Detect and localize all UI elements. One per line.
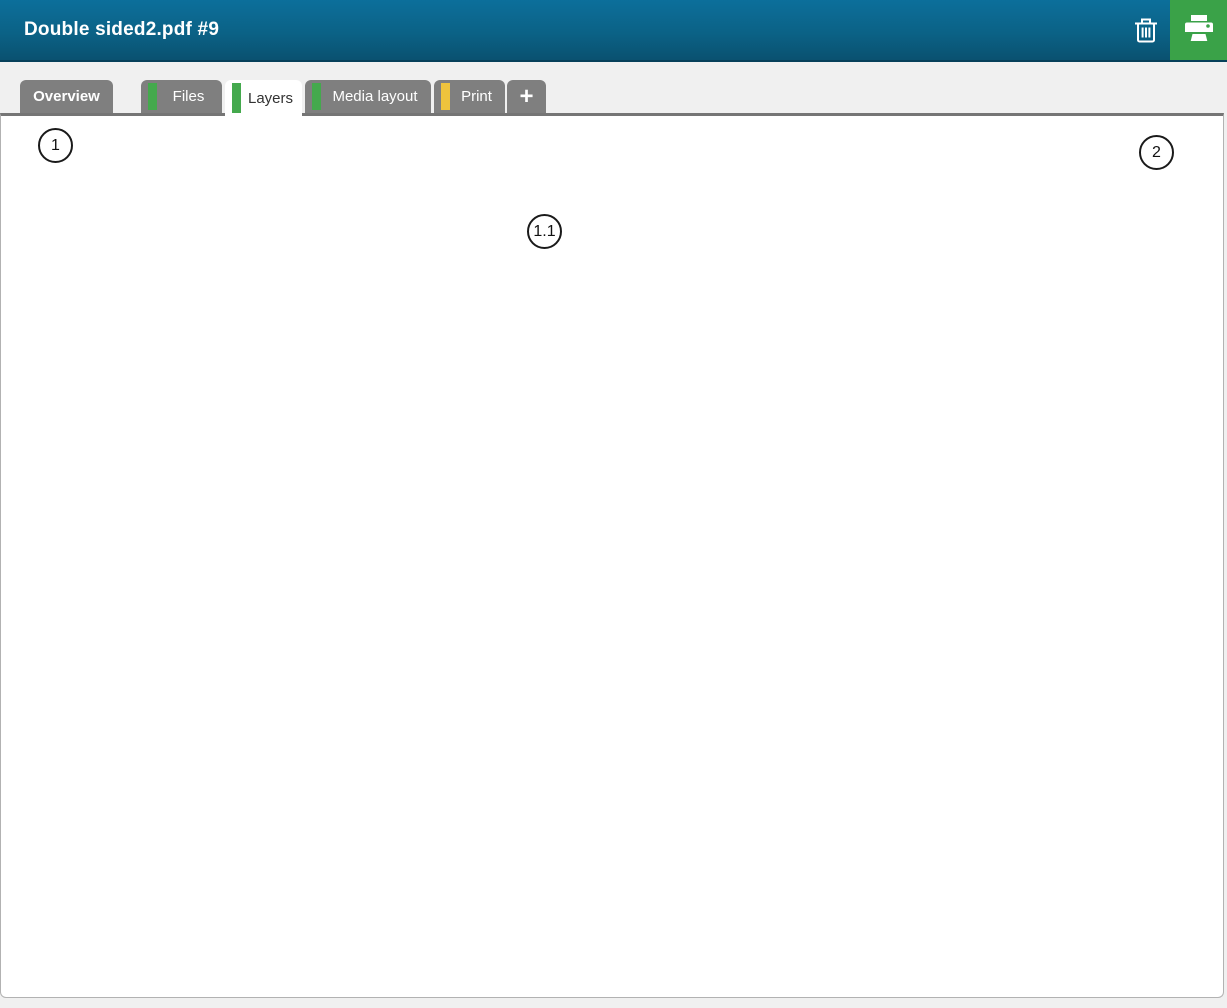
tab-print[interactable]: Print	[434, 80, 505, 113]
job-title: Double sided2.pdf #9	[24, 19, 219, 41]
tab-layers[interactable]: Layers	[225, 80, 302, 116]
app-window: Double sided2.pdf #9	[0, 0, 1227, 1008]
annotation-circle-1-1: 1.1	[527, 214, 562, 249]
plus-icon: +	[519, 83, 533, 111]
tab-strip: Overview Files Layers Media layout Print…	[0, 62, 1227, 113]
annotation-circle-1: 1	[38, 128, 73, 163]
tab-label: Layers	[248, 90, 293, 107]
tab-overview[interactable]: Overview	[20, 80, 113, 113]
content-area	[0, 113, 1224, 998]
tab-status-indicator	[148, 83, 157, 110]
tab-media-layout[interactable]: Media layout	[305, 80, 431, 113]
tab-status-indicator	[232, 83, 241, 113]
tab-add-new[interactable]: +	[507, 80, 546, 113]
title-bar: Double sided2.pdf #9	[0, 0, 1227, 62]
tab-label: Overview	[33, 88, 100, 105]
annotation-circle-2: 2	[1139, 135, 1174, 170]
tab-status-indicator	[441, 83, 450, 110]
tab-label: Files	[173, 88, 205, 105]
tab-status-indicator	[312, 83, 321, 110]
delete-job-button[interactable]	[1128, 14, 1164, 50]
printer-icon	[1183, 13, 1215, 48]
print-job-button[interactable]	[1170, 0, 1227, 60]
tab-label: Print	[461, 88, 492, 105]
trash-icon	[1133, 15, 1159, 50]
tab-files[interactable]: Files	[141, 80, 222, 113]
tab-label: Media layout	[332, 88, 417, 105]
